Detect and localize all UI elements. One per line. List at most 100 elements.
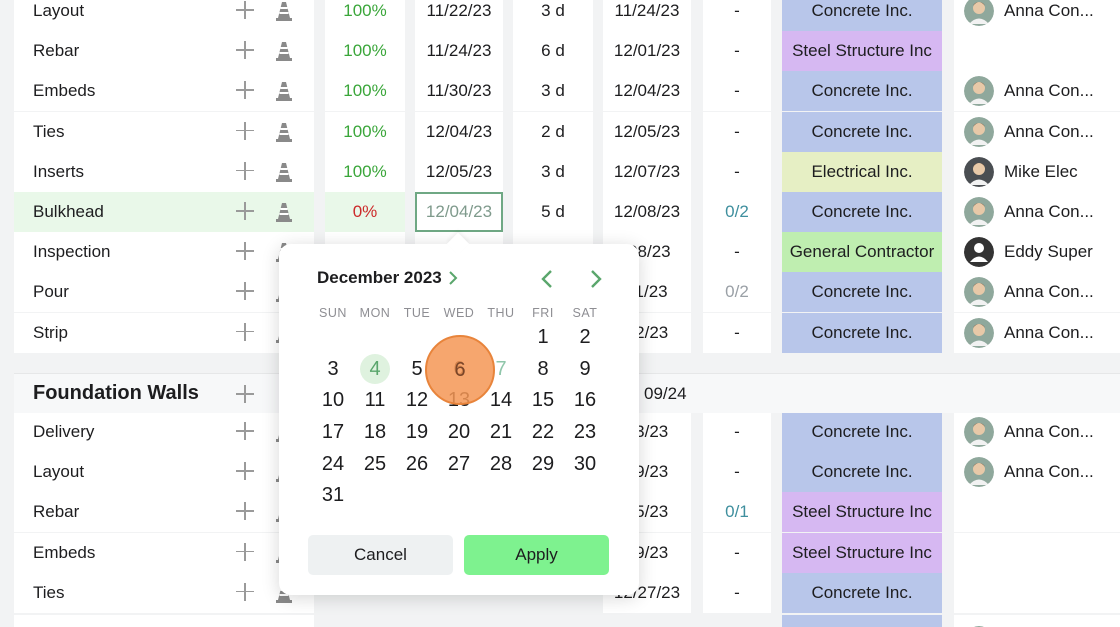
day-24[interactable]: 24 [312,448,354,480]
subcontractor-tag[interactable]: Concrete Inc. [782,452,942,493]
checklist-count[interactable]: 0/2 [703,272,771,313]
subcontractor-tag[interactable]: Concrete Inc. [782,71,942,112]
day-30[interactable]: 30 [564,448,606,480]
task-name[interactable]: Delivery [14,412,314,452]
add-icon[interactable] [234,541,256,563]
table-row[interactable]: Layout 100% 11/22/23 3 d 11/24/23- Concrete I… [0,0,1120,31]
cone-icon[interactable] [276,41,292,62]
subcontractor-tag[interactable]: Concrete Inc. [782,0,942,31]
add-icon[interactable] [234,420,256,442]
checklist-count[interactable]: - [703,71,771,112]
subcontractor-tag[interactable]: Concrete Inc. [782,272,942,313]
end-date[interactable]: 11/24/23 [603,0,691,31]
checklist-count[interactable]: - [703,412,771,452]
day-2[interactable]: 2 [564,322,606,354]
month-title[interactable]: December 2023 [317,268,458,288]
add-icon[interactable] [234,240,256,262]
duration[interactable]: 5 d [513,192,593,232]
checklist-count[interactable]: - [703,312,771,353]
assignee[interactable] [954,615,1120,627]
end-date[interactable]: 12/05/23 [603,111,691,152]
day-11[interactable]: 11 [354,385,396,417]
checklist-count[interactable]: - [703,0,771,31]
subcontractor-tag[interactable]: Concrete Inc. [782,412,942,452]
end-date[interactable]: 12/08/23 [603,192,691,232]
checklist-count[interactable]: - [703,31,771,72]
add-icon[interactable] [234,280,256,302]
task-name[interactable]: Rebar [14,31,314,72]
day-16[interactable]: 16 [564,385,606,417]
add-icon[interactable] [234,383,256,405]
subcontractor-tag[interactable]: Concrete Inc. [782,312,942,353]
start-date[interactable]: 12/04/23 [415,111,503,152]
day-19[interactable]: 19 [396,417,438,449]
assignee[interactable]: Anna Con... [954,452,1120,493]
table-row[interactable] [0,615,1120,627]
subcontractor-tag[interactable]: General Contractor [782,232,942,273]
task-name[interactable]: Inserts [14,151,314,192]
table-row[interactable]: Bulkhead 0% 12/04/23 5 d 12/08/23 0/2 Concrete… [0,192,1120,232]
assignee[interactable] [954,492,1120,533]
table-row[interactable]: Ties 100% 12/04/23 2 d 12/05/23- Concrete Inc… [0,111,1120,152]
day-9[interactable]: 9 [564,354,606,386]
assignee[interactable]: Anna Con... [954,272,1120,313]
cone-icon[interactable] [276,122,292,142]
end-date[interactable]: 12/04/23 [603,71,691,112]
day-20[interactable]: 20 [438,417,480,449]
task-name[interactable]: Rebar [14,492,314,533]
percent-complete[interactable]: 100% [325,31,405,72]
task-name[interactable]: Embeds [14,532,314,573]
subcontractor-tag[interactable]: Concrete Inc. [782,572,942,613]
duration[interactable]: 6 d [513,31,593,72]
subcontractor-tag[interactable]: Steel Structure Inc [782,492,942,533]
assignee[interactable]: Eddy Super [954,232,1120,273]
assignee[interactable]: Mike Elec [954,151,1120,192]
task-name[interactable]: Strip [14,312,314,353]
duration[interactable]: 3 d [513,0,593,31]
assignee[interactable] [954,532,1120,573]
table-row[interactable]: Rebar 100% 11/24/23 6 d 12/01/23- Steel Struc… [0,31,1120,72]
percent-complete[interactable]: 100% [325,111,405,152]
percent-complete[interactable]: 100% [325,151,405,192]
cancel-button[interactable]: Cancel [308,535,453,575]
day-1[interactable]: 1 [522,322,564,354]
cone-icon[interactable] [276,1,292,21]
add-icon[interactable] [234,79,256,101]
day-25[interactable]: 25 [354,448,396,480]
cone-icon[interactable] [276,81,292,102]
percent-complete[interactable]: 0% [325,192,405,232]
assignee[interactable] [954,572,1120,613]
task-name[interactable]: Bulkhead [14,192,314,232]
subcontractor-tag[interactable]: Concrete Inc. [782,111,942,152]
cone-icon[interactable] [276,202,292,222]
task-name[interactable]: Layout [14,452,314,493]
duration[interactable]: 2 d [513,111,593,152]
day-15[interactable]: 15 [522,385,564,417]
day-26[interactable]: 26 [396,448,438,480]
day-27[interactable]: 27 [438,448,480,480]
assignee[interactable]: Anna Con... [954,111,1120,152]
prev-month-icon[interactable] [538,268,558,290]
task-name[interactable]: Ties [14,111,314,152]
add-icon[interactable] [234,200,256,222]
checklist-count[interactable]: - [703,151,771,192]
assignee[interactable]: Anna Con... [954,412,1120,452]
start-date[interactable]: 12/05/23 [415,151,503,192]
task-name[interactable]: Ties [14,572,314,613]
add-icon[interactable] [234,120,256,142]
assignee[interactable] [954,31,1120,72]
day-4[interactable]: 4 [354,354,396,386]
subcontractor-tag[interactable]: Steel Structure Inc [782,532,942,573]
end-date[interactable]: 12/01/23 [603,31,691,72]
assignee[interactable]: Anna Con... [954,71,1120,112]
task-name[interactable] [14,615,314,627]
add-icon[interactable] [234,460,256,482]
day-21[interactable]: 21 [480,417,522,449]
checklist-count[interactable]: 0/1 [703,492,771,533]
assignee[interactable]: Anna Con... [954,192,1120,232]
checklist-count[interactable]: - [703,232,771,273]
checklist-count[interactable]: 0/2 [703,192,771,232]
subcontractor-tag[interactable]: Concrete Inc. [782,192,942,232]
task-name[interactable]: Inspection [14,232,314,273]
start-date[interactable]: 12/04/23 [414,192,504,232]
